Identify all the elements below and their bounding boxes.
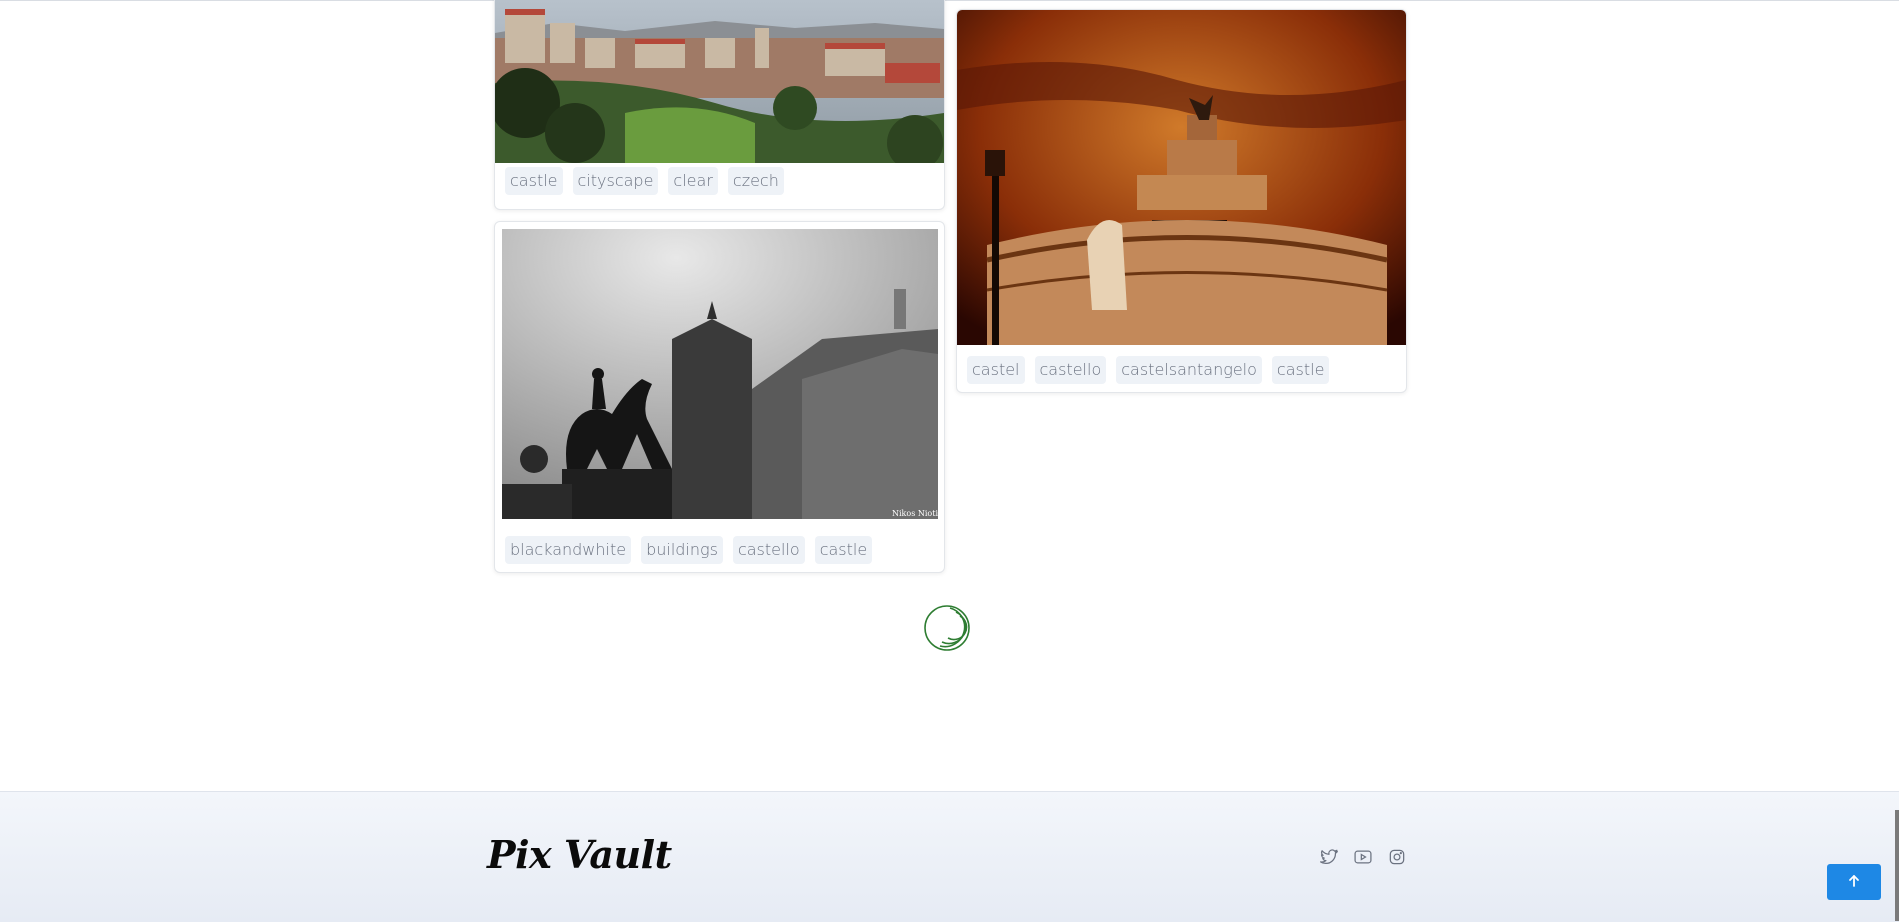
arrow-up-icon [1847, 874, 1861, 891]
tag[interactable]: clear [668, 167, 718, 195]
instagram-icon[interactable] [1387, 847, 1407, 867]
twitter-icon[interactable] [1319, 847, 1339, 867]
back-to-top-button[interactable] [1827, 864, 1881, 900]
tag[interactable]: castello [1034, 356, 1107, 384]
gallery-photo[interactable] [495, 0, 944, 163]
tag[interactable]: castle [1271, 356, 1330, 384]
site-footer: Pix Vault [0, 791, 1899, 922]
loading-spinner [920, 600, 976, 656]
tag[interactable]: blackandwhite [505, 536, 632, 564]
tag-list: blackandwhite buildings castello castle [505, 536, 873, 564]
youtube-icon[interactable] [1353, 847, 1373, 867]
footer-brand-logo[interactable]: Pix Vault [487, 832, 672, 877]
gallery-card[interactable]: Nikos Niotis blackandwhite buildings cas… [494, 221, 945, 573]
tag[interactable]: castle [505, 167, 563, 195]
tag[interactable]: czech [727, 167, 784, 195]
tag[interactable]: castel [967, 356, 1025, 384]
tag-list: castel castello castelsantangelo castle [967, 356, 1330, 384]
top-divider [0, 0, 1899, 1]
tag[interactable]: castello [732, 536, 805, 564]
tag-list: castle cityscape clear czech [505, 167, 784, 195]
tag[interactable]: castle [814, 536, 873, 564]
scrollbar-thumb[interactable] [1895, 810, 1899, 921]
tag[interactable]: buildings [641, 536, 723, 564]
gallery-card[interactable]: castle cityscape clear czech [494, 0, 945, 210]
gallery-photo[interactable] [957, 10, 1406, 345]
tag[interactable]: cityscape [572, 167, 659, 195]
gallery-photo[interactable]: Nikos Niotis [502, 229, 938, 519]
photo-credit: Nikos Niotis [892, 509, 938, 518]
gallery-card[interactable]: castel castello castelsantangelo castle [956, 9, 1407, 393]
tag[interactable]: castelsantangelo [1116, 356, 1262, 384]
